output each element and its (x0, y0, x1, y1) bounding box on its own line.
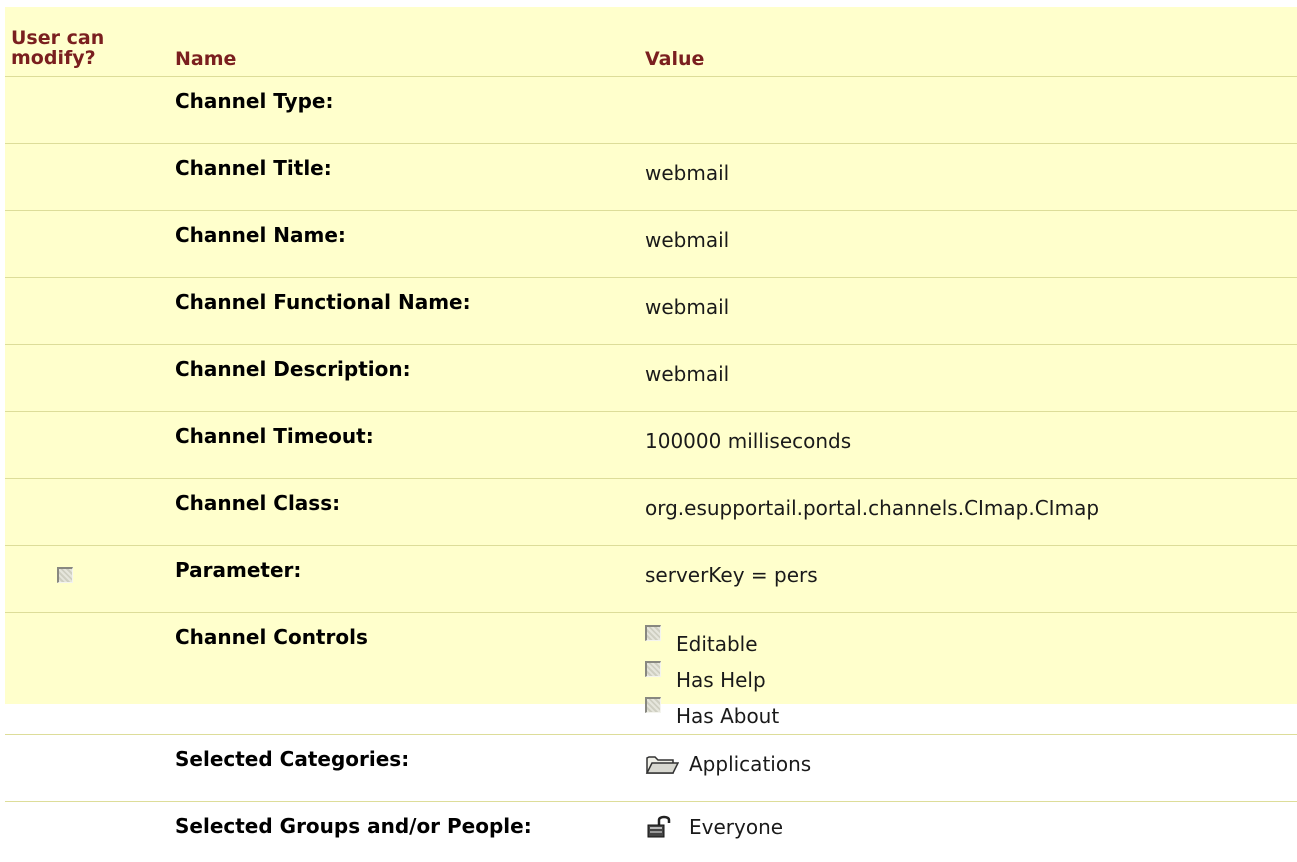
table-row-selected-categories: Selected Categories: Applications (5, 735, 1297, 802)
row-value: webmail (639, 278, 1297, 345)
column-header-name: Name (165, 7, 639, 77)
row-value: serverKey = pers (639, 546, 1297, 613)
column-header-modify-line2: modify? (11, 48, 165, 68)
table-row-channel-class: Channel Class: org.esupportail.portal.ch… (5, 479, 1297, 546)
channel-controls-list: Editable Has Help Has About (639, 613, 1297, 735)
row-value: webmail (639, 345, 1297, 412)
row-value: webmail (639, 144, 1297, 211)
row-name: Channel Description: (165, 345, 639, 412)
category-label: Applications (689, 752, 811, 776)
row-value: Everyone (639, 802, 1297, 862)
row-name: Channel Type: (165, 77, 639, 144)
row-value: 100000 milliseconds (639, 412, 1297, 479)
modify-cell (5, 613, 165, 735)
editable-checkbox[interactable] (645, 625, 661, 641)
modify-cell (5, 144, 165, 211)
row-name: Parameter: (165, 546, 639, 613)
control-label: Editable (676, 632, 758, 656)
modify-cell (5, 211, 165, 278)
unlocked-padlock-icon (645, 814, 679, 840)
row-value: org.esupportail.portal.channels.CImap.CI… (639, 479, 1297, 546)
row-name: Selected Categories: (165, 735, 639, 802)
has-about-checkbox[interactable] (645, 697, 661, 713)
channel-summary-panel: User can modify? Name Value Channel Type… (5, 7, 1297, 704)
row-name: Channel Name: (165, 211, 639, 278)
row-name: Channel Functional Name: (165, 278, 639, 345)
table-row-channel-controls: Channel Controls Editable Has Help Has A… (5, 613, 1297, 735)
row-value: Applications (639, 735, 1297, 802)
row-value (639, 77, 1297, 144)
has-help-checkbox[interactable] (645, 661, 661, 677)
table-row-channel-timeout: Channel Timeout: 100000 milliseconds (5, 412, 1297, 479)
channel-summary-table: User can modify? Name Value Channel Type… (5, 7, 1297, 862)
modify-cell (5, 278, 165, 345)
row-value: webmail (639, 211, 1297, 278)
control-label: Has About (676, 704, 779, 728)
group-label: Everyone (689, 815, 783, 839)
column-header-user-can-modify: User can modify? (5, 7, 165, 77)
row-name: Channel Class: (165, 479, 639, 546)
modify-cell (5, 412, 165, 479)
modify-cell (5, 479, 165, 546)
modify-cell (5, 345, 165, 412)
table-row-channel-name: Channel Name: webmail (5, 211, 1297, 278)
header-row: User can modify? Name Value (5, 7, 1297, 77)
folder-icon (645, 753, 679, 775)
modify-cell (5, 546, 165, 613)
row-name: Selected Groups and/or People: (165, 802, 639, 862)
table-row-selected-groups: Selected Groups and/or People: Everyone (5, 802, 1297, 862)
control-label: Has Help (676, 668, 766, 692)
control-has-about: Has About (645, 698, 1297, 734)
table-row-channel-title: Channel Title: webmail (5, 144, 1297, 211)
column-header-value: Value (639, 7, 1297, 77)
modify-cell (5, 735, 165, 802)
table-row-parameter: Parameter: serverKey = pers (5, 546, 1297, 613)
modify-cell (5, 802, 165, 862)
row-name: Channel Title: (165, 144, 639, 211)
table-row-channel-description: Channel Description: webmail (5, 345, 1297, 412)
user-can-modify-checkbox[interactable] (57, 567, 73, 583)
modify-cell (5, 77, 165, 144)
row-name: Channel Timeout: (165, 412, 639, 479)
table-row-channel-type: Channel Type: (5, 77, 1297, 144)
table-row-channel-functional-name: Channel Functional Name: webmail (5, 278, 1297, 345)
row-name: Channel Controls (165, 613, 639, 735)
control-has-help: Has Help (645, 662, 1297, 698)
column-header-modify-line1: User can (11, 28, 165, 48)
control-editable: Editable (645, 626, 1297, 662)
